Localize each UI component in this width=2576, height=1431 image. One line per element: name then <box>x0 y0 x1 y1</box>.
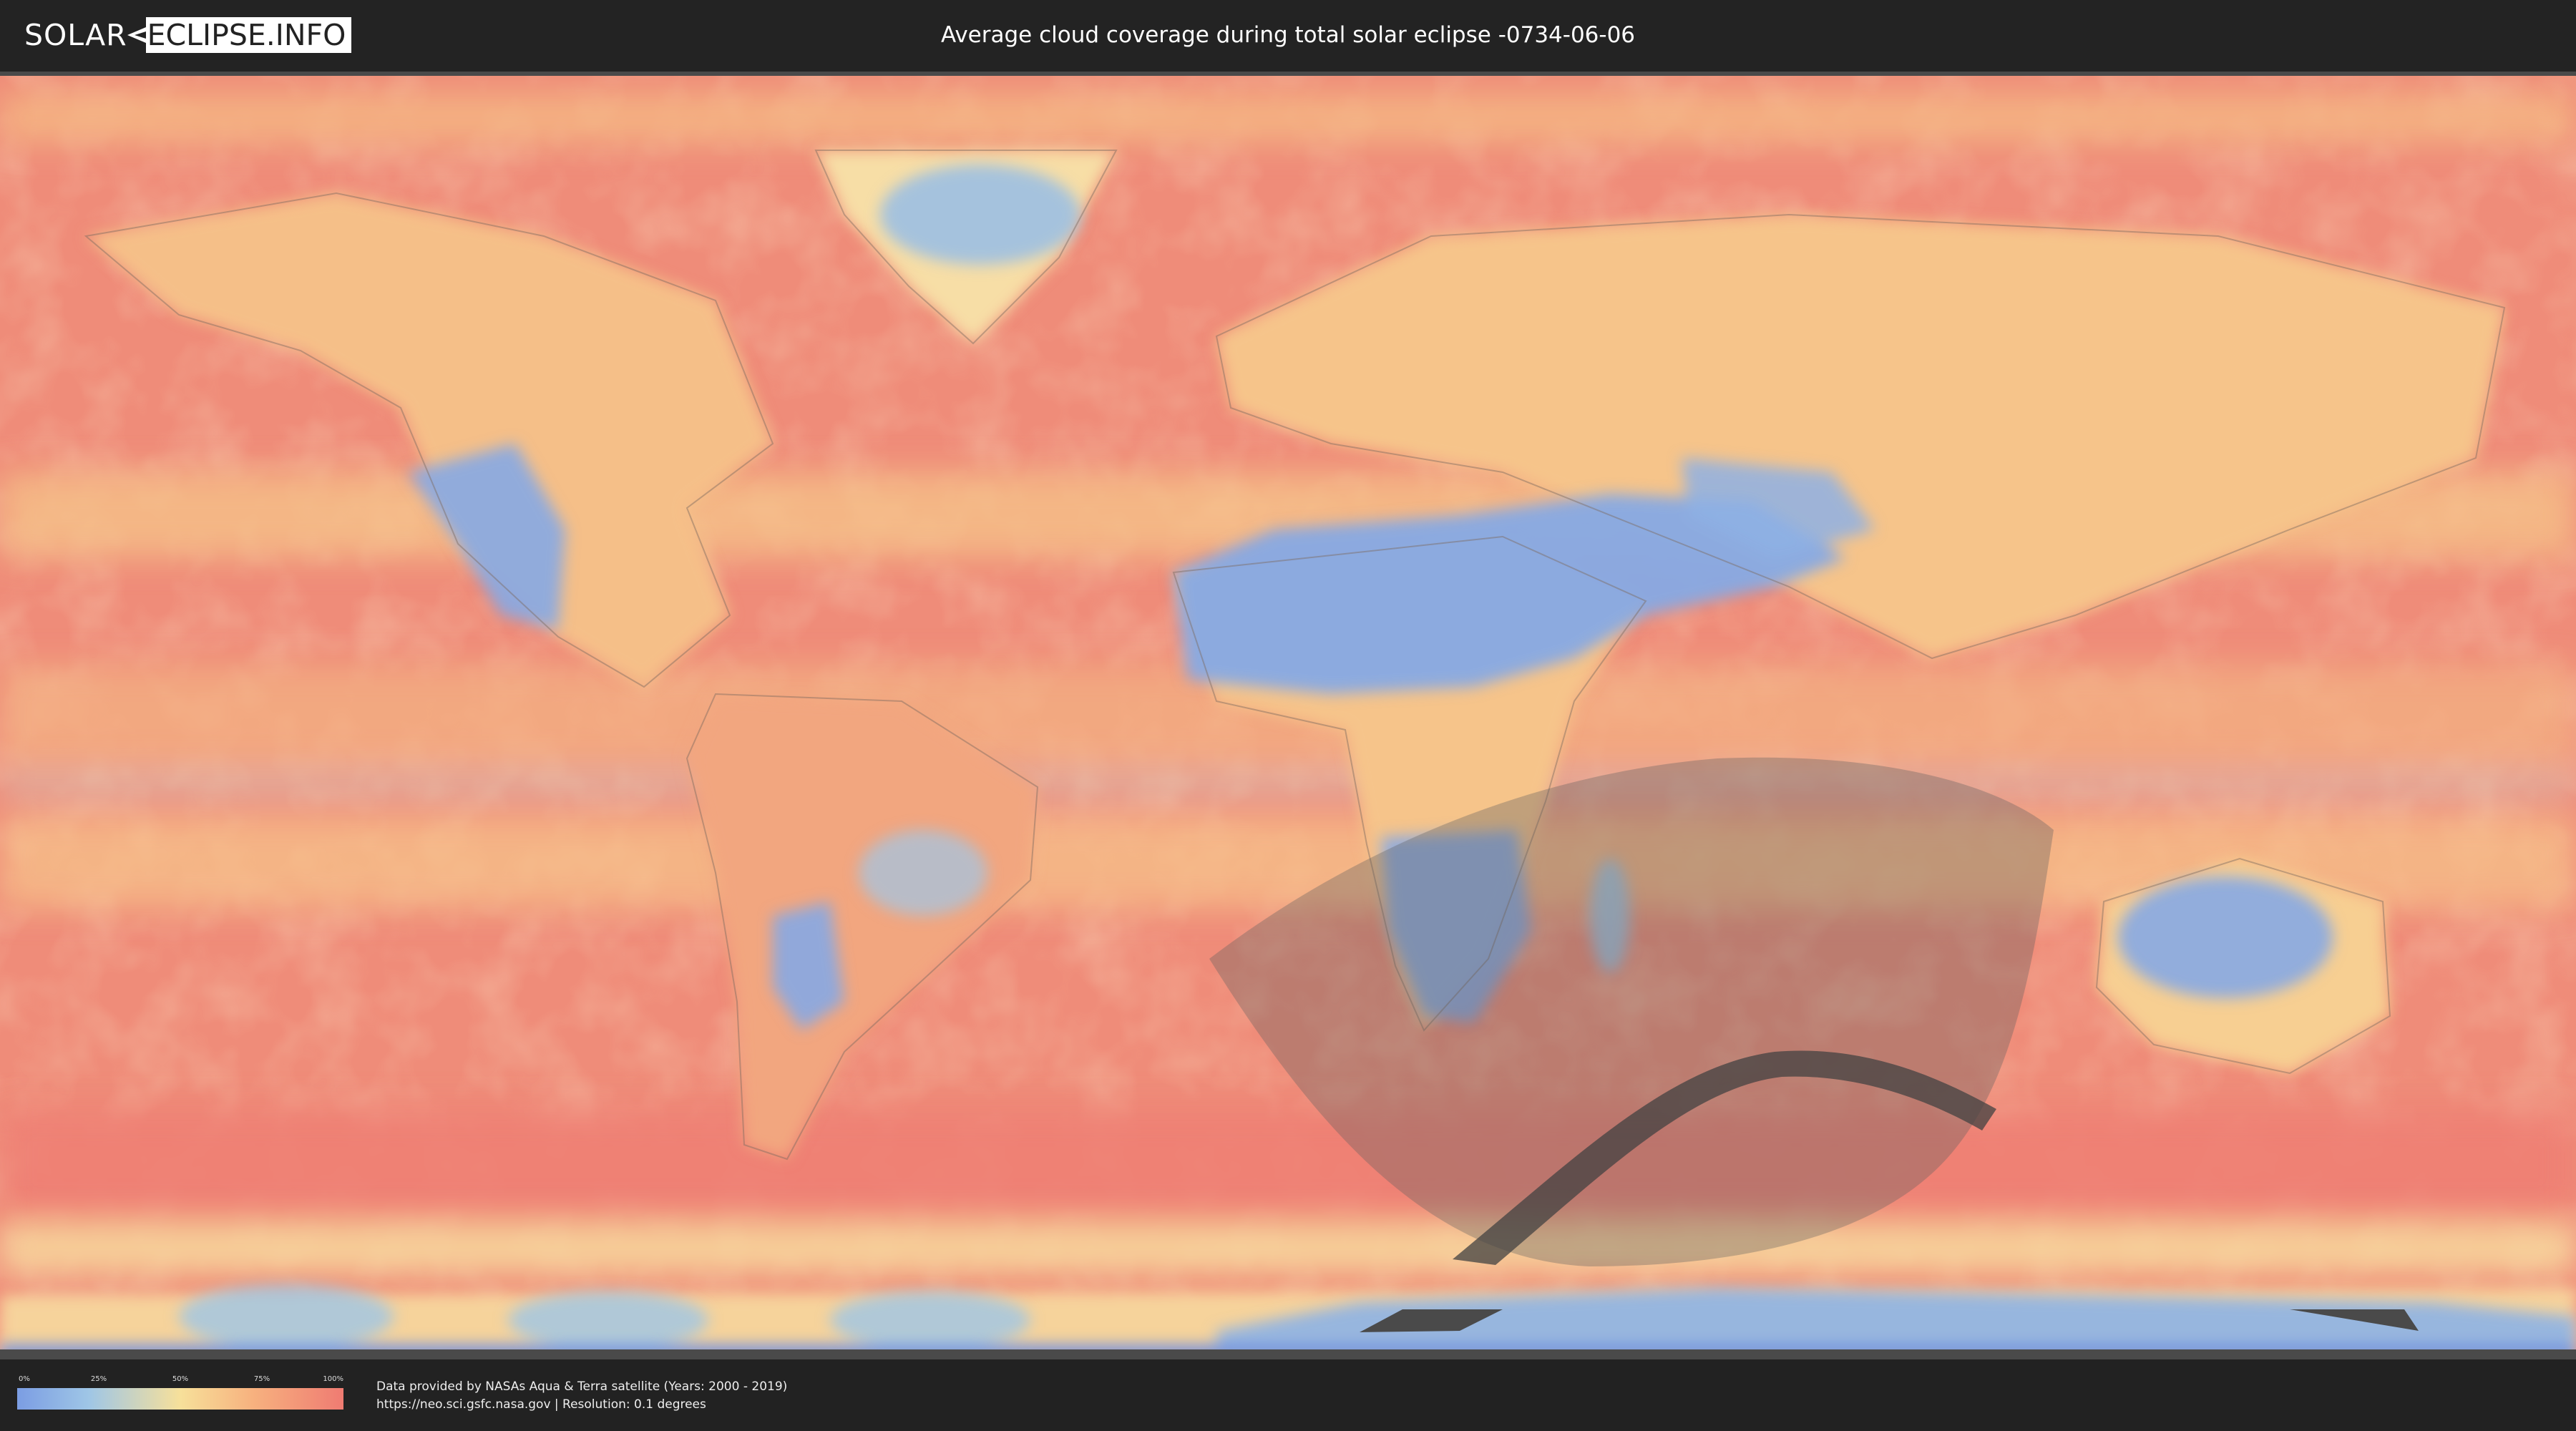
credits-line-url[interactable]: https://neo.sci.gsfc.nasa.gov | Resoluti… <box>376 1396 787 1414</box>
header: SOLAR ECLIPSE.INFO Average cloud coverag… <box>0 0 2576 72</box>
footer: 0% 25% 50% 75% 100% Data provided by NAS… <box>0 1359 2576 1431</box>
legend-tick: 75% <box>253 1375 270 1383</box>
legend-ticks: 0% 25% 50% 75% 100% <box>17 1375 343 1385</box>
cloud-coverage-map[interactable] <box>0 72 2576 1359</box>
map-bottom-edge <box>0 1349 2576 1359</box>
data-credits: Data provided by NASAs Aqua & Terra sate… <box>376 1378 787 1414</box>
cloud-coverage-legend: 0% 25% 50% 75% 100% <box>17 1375 343 1410</box>
world-map[interactable] <box>0 72 2576 1359</box>
legend-tick: 25% <box>90 1375 107 1383</box>
page-title: Average cloud coverage during total sola… <box>940 22 1636 48</box>
map-top-edge <box>0 72 2576 76</box>
legend-tick: 50% <box>172 1375 189 1383</box>
legend-tick: 0% <box>19 1375 30 1383</box>
legend-tick: 100% <box>323 1375 343 1383</box>
legend-color-bar <box>17 1388 343 1410</box>
credits-line-source: Data provided by NASAs Aqua & Terra sate… <box>376 1379 788 1394</box>
